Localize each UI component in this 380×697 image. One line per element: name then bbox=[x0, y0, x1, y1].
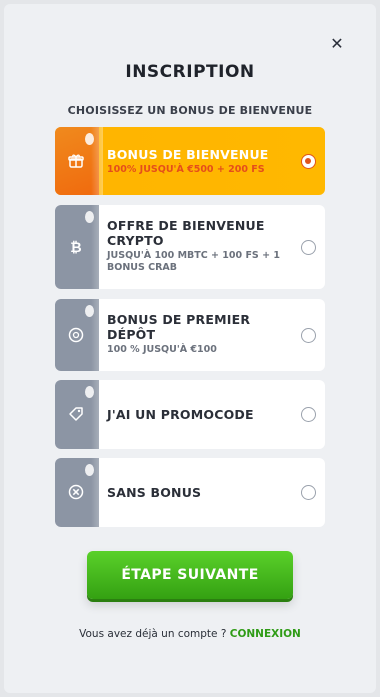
option-description: JUSQU'À 100 MBTC + 100 FS + 1 BONUS CRAB bbox=[107, 250, 280, 273]
tag-icon bbox=[67, 405, 85, 423]
option-name: OFFRE DE BIENVENUE CRYPTO bbox=[107, 218, 265, 248]
bonus-option-none[interactable]: SANS BONUS bbox=[55, 458, 325, 527]
bitcoin-icon: ₿ bbox=[67, 238, 85, 256]
coin-icon bbox=[67, 326, 85, 344]
option-radio[interactable] bbox=[301, 240, 316, 255]
option-radio[interactable] bbox=[301, 485, 316, 500]
close-icon[interactable]: ✕ bbox=[329, 36, 345, 52]
bonus-prompt: CHOISISSEZ UN BONUS DE BIENVENUE bbox=[67, 104, 313, 117]
bonus-option-promocode[interactable]: J'AI UN PROMOCODE bbox=[55, 380, 325, 449]
option-radio[interactable] bbox=[301, 328, 316, 343]
option-name: SANS BONUS bbox=[107, 485, 202, 500]
login-prompt-line: Vous avez déjà un compte ? CONNEXION bbox=[0, 628, 380, 640]
gift-icon bbox=[67, 152, 85, 170]
option-radio[interactable] bbox=[301, 154, 316, 169]
next-step-button[interactable]: ÉTAPE SUIVANTE bbox=[87, 551, 293, 599]
no-bonus-icon bbox=[67, 483, 85, 501]
option-name: BONUS DE BIENVENUE bbox=[107, 147, 269, 162]
option-description: 100% JUSQU'À €500 + 200 FS bbox=[107, 164, 265, 175]
option-description: 100 % JUSQU'À €100 bbox=[107, 344, 217, 355]
login-link[interactable]: CONNEXION bbox=[230, 628, 301, 640]
modal-title: INSCRIPTION bbox=[125, 62, 255, 82]
login-prompt-text: Vous avez déjà un compte ? bbox=[79, 628, 227, 640]
svg-text:₿: ₿ bbox=[70, 240, 81, 256]
option-radio[interactable] bbox=[301, 407, 316, 422]
bonus-option-welcome[interactable]: BONUS DE BIENVENUE 100% JUSQU'À €500 + 2… bbox=[55, 127, 325, 195]
option-name: J'AI UN PROMOCODE bbox=[107, 407, 254, 422]
bonus-option-first-deposit[interactable]: BONUS DE PREMIER DÉPÔT 100 % JUSQU'À €10… bbox=[55, 299, 325, 371]
option-name: BONUS DE PREMIER DÉPÔT bbox=[107, 312, 251, 342]
bonus-option-crypto[interactable]: ₿ OFFRE DE BIENVENUE CRYPTO JUSQU'À 100 … bbox=[55, 205, 325, 289]
